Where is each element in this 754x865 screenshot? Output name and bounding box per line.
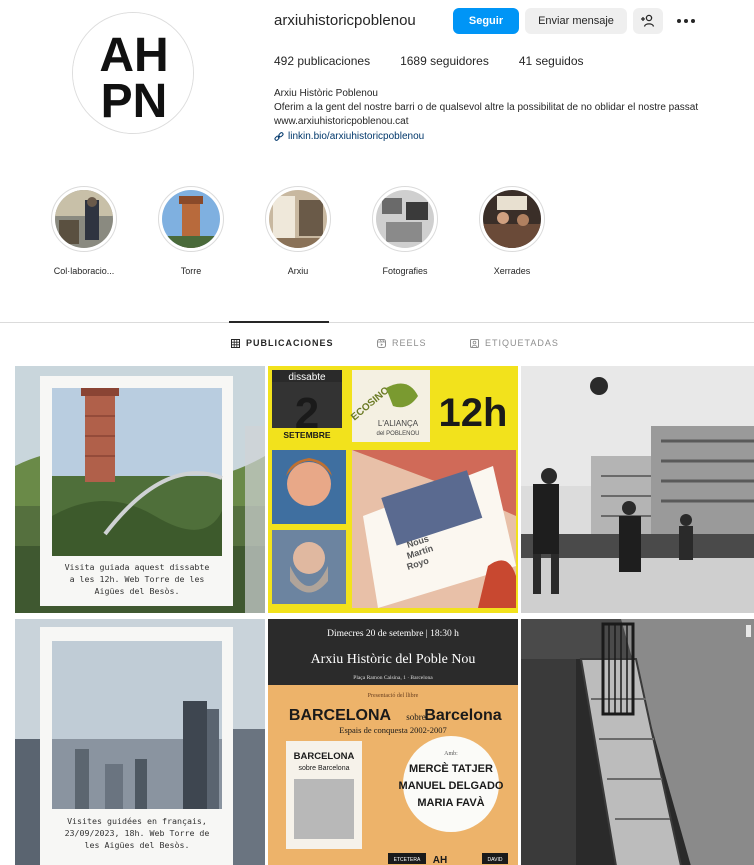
post-speaker: MANUEL DELGADO bbox=[399, 780, 504, 792]
post-logo-text: del POBLENOU bbox=[376, 431, 419, 437]
highlight-cover bbox=[483, 190, 541, 248]
post-tile[interactable] bbox=[521, 619, 754, 865]
highlight-collaboracions[interactable]: Col·laboracio... bbox=[44, 186, 124, 276]
post-caption-line: Aigües del Besòs. bbox=[95, 586, 180, 596]
highlight-fotografies[interactable]: Fotografies bbox=[365, 186, 445, 276]
highlight-label: Col·laboracio... bbox=[53, 266, 115, 276]
post-day-label: dissabte bbox=[288, 372, 326, 383]
highlight-label: Xerrades bbox=[493, 266, 531, 276]
profile-username: arxiuhistoricpoblenou bbox=[274, 12, 416, 29]
post-book-subtitle: Espais de conquesta 2002-2007 bbox=[339, 725, 446, 735]
more-options-button[interactable] bbox=[672, 8, 700, 34]
post-logo-text: L'ALIANÇA bbox=[378, 419, 419, 428]
tab-publicaciones[interactable]: PUBLICACIONES bbox=[231, 338, 334, 348]
post-footer-logo: AH bbox=[433, 855, 447, 865]
highlight-torre[interactable]: Torre bbox=[151, 186, 231, 276]
post-cover-text: sobre Barcelona bbox=[299, 765, 350, 772]
post-tile[interactable]: dissabte 2 SETEMBRE ECOSINO L'ALIANÇA de… bbox=[268, 366, 518, 613]
ellipsis-icon bbox=[677, 19, 695, 23]
highlight-xerrades[interactable]: Xerrades bbox=[472, 186, 552, 276]
highlight-arxiu[interactable]: Arxiu bbox=[258, 186, 338, 276]
post-month: SETEMBRE bbox=[283, 430, 331, 440]
post-footer-logo: ETCETERA bbox=[394, 857, 421, 863]
post-caption-line: les Aigües del Besòs. bbox=[85, 840, 190, 850]
post-tile[interactable]: Visita guiada aquest dissabte a les 12h.… bbox=[15, 366, 265, 613]
followers-count[interactable]: 1689 seguidores bbox=[400, 54, 489, 68]
suggest-accounts-button[interactable] bbox=[633, 8, 663, 34]
tagged-icon bbox=[470, 338, 479, 348]
reels-icon bbox=[377, 338, 386, 348]
highlight-label: Fotografies bbox=[382, 266, 428, 276]
post-amb-label: Amb: bbox=[444, 751, 458, 757]
profile-stats: 492 publicaciones 1689 seguidores 41 seg… bbox=[274, 54, 584, 68]
person-plus-icon bbox=[641, 14, 655, 27]
post-caption-line: Visita guiada aquest dissabte bbox=[65, 562, 210, 572]
profile-full-name: Arxiu Històric Poblenou bbox=[274, 88, 378, 99]
highlight-label: Arxiu bbox=[287, 266, 309, 276]
active-tab-indicator bbox=[229, 321, 329, 323]
post-tile[interactable] bbox=[521, 366, 754, 613]
following-count[interactable]: 41 seguidos bbox=[519, 54, 584, 68]
post-event-address: Plaça Ramon Calsina, 1 · Barcelona bbox=[353, 675, 433, 681]
post-caption-line: Visites guidées en français, bbox=[67, 816, 207, 826]
post-book-title: Barcelona bbox=[424, 707, 501, 724]
post-event-date: Dimecres 20 de setembre | 18:30 h bbox=[327, 629, 459, 639]
posts-count: 492 publicaciones bbox=[274, 54, 371, 68]
follow-button[interactable]: Seguir bbox=[453, 8, 519, 34]
post-tile[interactable]: Dimecres 20 de setembre | 18:30 h Arxiu … bbox=[268, 619, 518, 865]
post-hour: 12h bbox=[439, 391, 508, 435]
profile-avatar[interactable]: AH PN bbox=[72, 12, 194, 134]
tab-label: PUBLICACIONES bbox=[246, 338, 334, 348]
post-tile[interactable]: Visites guidées en français, 23/09/2023,… bbox=[15, 619, 265, 865]
post-event-org: Arxiu Històric del Poble Nou bbox=[311, 652, 476, 667]
send-message-button[interactable]: Enviar mensaje bbox=[525, 8, 627, 34]
tab-etiquetadas[interactable]: ETIQUETADAS bbox=[470, 338, 559, 348]
instagram-profile-page: AH PN arxiuhistoricpoblenou Seguir Envia… bbox=[0, 0, 754, 865]
post-event-presentation: Presentació del llibre bbox=[368, 693, 419, 699]
tab-label: ETIQUETADAS bbox=[485, 338, 559, 348]
post-speaker: MARIA FAVÀ bbox=[417, 796, 484, 809]
highlight-cover bbox=[162, 190, 220, 248]
grid-icon bbox=[231, 338, 240, 348]
post-book-title: sobre bbox=[406, 712, 426, 722]
highlight-cover bbox=[376, 190, 434, 248]
post-caption-line: a les 12h. Web Torre de les bbox=[70, 574, 205, 584]
tab-label: REELS bbox=[392, 338, 427, 348]
avatar-text-bottom: PN bbox=[101, 75, 168, 128]
post-book-title: BARCELONA bbox=[289, 707, 392, 724]
profile-website: www.arxiuhistoricpoblenou.cat bbox=[274, 116, 409, 127]
post-footer-logo: DAVID bbox=[488, 857, 503, 863]
post-speaker: MERCÈ TATJER bbox=[409, 762, 493, 775]
tabs-divider bbox=[0, 322, 754, 323]
profile-link[interactable]: linkin.bio/arxiuhistoricpoblenou bbox=[274, 131, 424, 142]
highlight-cover bbox=[55, 190, 113, 248]
post-cover-text: BARCELONA bbox=[294, 751, 355, 762]
link-icon bbox=[274, 131, 284, 141]
profile-link-text[interactable]: linkin.bio/arxiuhistoricpoblenou bbox=[288, 131, 424, 142]
post-caption-line: 23/09/2023, 18h. Web Torre de bbox=[65, 828, 210, 838]
profile-bio: Oferim a la gent del nostre barri o de q… bbox=[274, 102, 699, 113]
highlight-label: Torre bbox=[180, 266, 202, 276]
highlight-cover bbox=[269, 190, 327, 248]
tab-reels[interactable]: REELS bbox=[377, 338, 427, 348]
